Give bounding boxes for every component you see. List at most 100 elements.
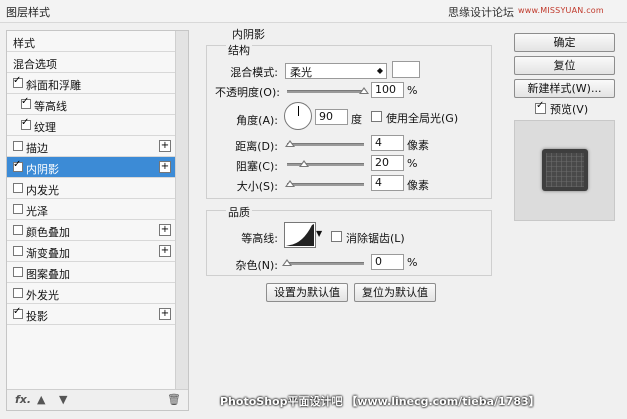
opacity-value: 100 (375, 83, 396, 96)
noise-slider-track[interactable] (287, 262, 364, 265)
contour-picker[interactable] (284, 222, 316, 248)
size-slider-thumb[interactable] (285, 180, 295, 187)
ok-button[interactable]: 确定 (514, 33, 615, 52)
sidebar-item[interactable]: 纹理 (7, 115, 175, 136)
antialias-checkbox[interactable] (331, 231, 342, 242)
sidebar-item-checkbox[interactable] (13, 288, 23, 298)
sidebar-item[interactable]: 内发光 (7, 178, 175, 199)
new-style-button[interactable]: 新建样式(W)... (514, 79, 615, 98)
angle-unit: 度 (351, 113, 362, 126)
distance-input[interactable]: 4 (371, 135, 404, 151)
choke-value: 20 (375, 156, 389, 169)
size-label: 大小(S): (236, 180, 278, 193)
blend-mode-label: 混合模式: (230, 66, 278, 79)
distance-slider-track[interactable] (287, 143, 364, 146)
size-input[interactable]: 4 (371, 175, 404, 191)
contour-label: 等高线: (241, 232, 278, 245)
angle-input[interactable]: 90 (315, 109, 348, 125)
choke-unit: % (407, 157, 418, 170)
preview-checkbox[interactable]: ✓ (535, 100, 546, 114)
set-default-button[interactable]: 设置为默认值 (266, 283, 348, 302)
add-icon[interactable]: + (159, 140, 171, 152)
sidebar-item-label: 斜面和浮雕 (26, 79, 81, 92)
style-preview (514, 120, 615, 221)
blend-mode-value: 柔光 (290, 66, 312, 79)
sidebar-item-label: 光泽 (26, 205, 48, 218)
noise-value: 0 (375, 255, 382, 268)
sidebar-item-label: 外发光 (26, 289, 59, 302)
choke-slider-thumb[interactable] (299, 160, 309, 167)
add-icon[interactable]: + (159, 308, 171, 320)
noise-slider-thumb[interactable] (282, 259, 292, 266)
sidebar-item[interactable]: 斜面和浮雕 (7, 73, 175, 94)
style-list-toolbar: fx. ▲ ▼ 🗑 (7, 389, 188, 410)
sidebar-item[interactable]: 描边 + (7, 136, 175, 157)
sidebar-item[interactable]: 等高线 (7, 94, 175, 115)
add-icon[interactable]: + (159, 245, 171, 257)
style-list-scrollbar[interactable] (175, 31, 188, 410)
sidebar-item-checkbox[interactable] (13, 267, 23, 277)
sidebar-item-label: 内发光 (26, 184, 59, 197)
sidebar-item-checkbox[interactable] (13, 306, 23, 319)
angle-label: 角度(A): (236, 114, 278, 127)
reset-button[interactable]: 复位 (514, 56, 615, 75)
sidebar-item[interactable]: 颜色叠加 + (7, 220, 175, 241)
sidebar-item-label: 渐变叠加 (26, 247, 70, 260)
sidebar-item[interactable]: 外发光 (7, 283, 175, 304)
sidebar-item[interactable]: 内阴影 + (7, 157, 175, 178)
sidebar-item-label: 内阴影 (26, 163, 59, 176)
noise-input[interactable]: 0 (371, 254, 404, 270)
choke-input[interactable]: 20 (371, 155, 404, 171)
trash-icon[interactable]: 🗑 (167, 393, 181, 406)
opacity-slider-track[interactable] (287, 90, 364, 93)
distance-value: 4 (375, 136, 382, 149)
sidebar-item-checkbox[interactable] (13, 204, 23, 214)
watermark-site-url: www.MISSYUAN.com (518, 6, 604, 15)
blend-mode-select[interactable]: 柔光 ◆ (285, 63, 387, 79)
sidebar-item[interactable]: 光泽 (7, 199, 175, 220)
sidebar-item[interactable]: 样式 (7, 31, 175, 52)
sidebar-item-checkbox[interactable] (13, 225, 23, 235)
angle-dial[interactable] (284, 102, 312, 130)
panel-title: 内阴影 (232, 28, 265, 41)
global-light-label: 使用全局光(G) (386, 112, 459, 125)
sidebar-item-label: 颜色叠加 (26, 226, 70, 239)
opacity-label: 不透明度(O): (215, 86, 280, 99)
sidebar-item-checkbox[interactable] (13, 159, 23, 172)
choke-label: 阻塞(C): (236, 160, 278, 173)
distance-unit: 像素 (407, 139, 429, 152)
preview-label: 预览(V) (550, 103, 589, 116)
sidebar-item-checkbox[interactable] (21, 96, 31, 109)
sidebar-item[interactable]: 混合选项 (7, 52, 175, 73)
move-down-icon[interactable]: ▼ (59, 393, 67, 406)
move-up-icon[interactable]: ▲ (37, 393, 45, 406)
contour-curve-icon (286, 224, 314, 246)
contour-dropdown-icon[interactable]: ▼ (316, 229, 322, 238)
global-light-checkbox[interactable] (371, 111, 382, 122)
distance-slider-thumb[interactable] (285, 140, 295, 147)
sidebar-item-checkbox[interactable] (13, 246, 23, 256)
preview-tile (542, 149, 588, 191)
opacity-slider-thumb[interactable] (359, 87, 369, 94)
sidebar-item[interactable]: 投影 + (7, 304, 175, 325)
fx-icon[interactable]: fx. (15, 393, 31, 406)
add-icon[interactable]: + (159, 161, 171, 173)
sidebar-item-checkbox[interactable] (13, 75, 23, 88)
size-slider-track[interactable] (287, 183, 364, 186)
opacity-unit: % (407, 84, 418, 97)
sidebar-item-label: 混合选项 (13, 58, 57, 71)
opacity-input[interactable]: 100 (371, 82, 404, 98)
style-list-panel: 投影 + 外发光 图案叠加 渐变叠加 + 颜色叠加 + 光泽 内发光 内阴影 + 描边 + 纹理 等高线 斜面和… (6, 30, 189, 411)
distance-label: 距离(D): (235, 140, 278, 153)
shadow-color-swatch[interactable] (392, 61, 420, 78)
watermark-site-text: 思缘设计论坛 (448, 6, 514, 19)
sidebar-item-checkbox[interactable] (13, 183, 23, 193)
size-value: 4 (375, 176, 382, 189)
sidebar-item-checkbox[interactable] (13, 141, 23, 151)
add-icon[interactable]: + (159, 224, 171, 236)
reset-default-button[interactable]: 复位为默认值 (354, 283, 436, 302)
sidebar-item[interactable]: 渐变叠加 + (7, 241, 175, 262)
sidebar-item[interactable]: 图案叠加 (7, 262, 175, 283)
sidebar-item-checkbox[interactable] (21, 117, 31, 130)
title-bar: 图层样式 思缘设计论坛 www.MISSYUAN.com (0, 0, 627, 23)
